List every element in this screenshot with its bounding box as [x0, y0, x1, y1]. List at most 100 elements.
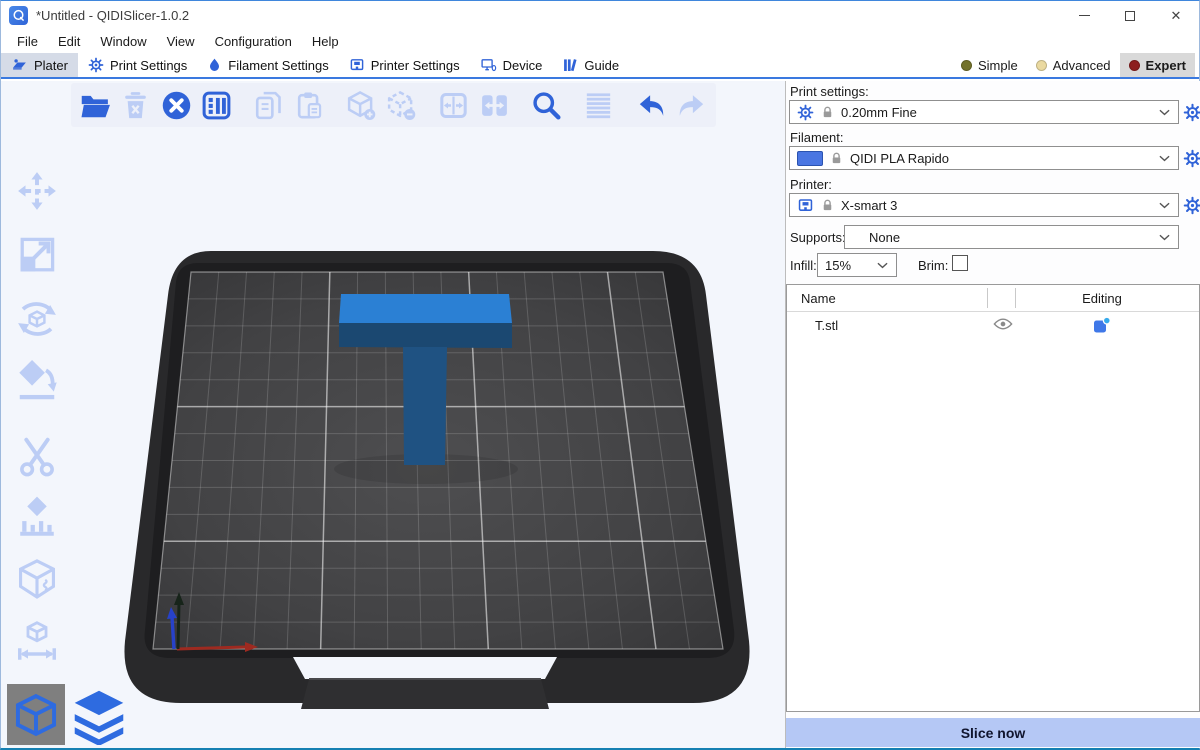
supports-combo[interactable]: None — [844, 225, 1179, 249]
slice-now-button[interactable]: Slice now — [786, 718, 1200, 747]
infill-label: Infill: — [790, 258, 817, 273]
place-on-face-icon[interactable] — [10, 354, 64, 408]
qidislicer-window: *Untitled - QIDISlicer-1.0.2 ✕ File Edit… — [0, 0, 1200, 750]
brim-checkbox[interactable] — [952, 255, 968, 271]
object-name: T.stl — [815, 318, 838, 333]
move-icon[interactable] — [10, 164, 64, 218]
plater-toolbar — [71, 83, 716, 127]
column-name: Name — [801, 291, 836, 306]
infill-combo[interactable]: 15% — [817, 253, 897, 277]
object-list-header: Name Editing — [787, 285, 1199, 312]
expert-dot-icon — [1129, 60, 1140, 71]
printer-combo[interactable]: X-smart 3 — [789, 193, 1179, 217]
maximize-icon[interactable] — [1107, 1, 1153, 30]
column-editing: Editing — [1070, 291, 1134, 306]
menu-configuration[interactable]: Configuration — [205, 34, 302, 49]
close-icon[interactable]: ✕ — [1153, 1, 1199, 30]
tab-label: Print Settings — [110, 58, 187, 73]
guide-icon — [562, 57, 578, 73]
printer-icon — [797, 197, 814, 214]
mode-expert[interactable]: Expert — [1120, 53, 1195, 77]
undo-icon[interactable] — [634, 87, 667, 123]
lock-icon — [821, 198, 834, 212]
filament-gear-icon[interactable] — [1182, 148, 1200, 168]
tab-plater[interactable]: Plater — [1, 53, 78, 77]
menu-window[interactable]: Window — [90, 34, 156, 49]
supports-value: None — [869, 230, 1152, 245]
open-folder-icon[interactable] — [79, 87, 112, 123]
arrange-icon[interactable] — [200, 87, 233, 123]
object-list: Name Editing T.stl — [786, 284, 1200, 712]
mode-switcher: Simple Advanced Expert — [952, 53, 1199, 77]
print-settings-gear-icon[interactable] — [1182, 102, 1200, 122]
menu-view[interactable]: View — [157, 34, 205, 49]
print-settings-label: Print settings: — [790, 84, 869, 99]
tab-label: Guide — [584, 58, 619, 73]
chevron-down-icon — [877, 262, 888, 269]
filament-label: Filament: — [790, 130, 843, 145]
paint-supports-icon[interactable] — [10, 490, 64, 544]
search-icon[interactable] — [530, 87, 563, 123]
edit-icon[interactable] — [1092, 315, 1112, 335]
filament-icon — [207, 57, 222, 73]
filament-combo[interactable]: QIDI PLA Rapido — [789, 146, 1179, 170]
printer-value: X-smart 3 — [841, 198, 1152, 213]
filament-color-swatch — [797, 151, 823, 166]
lock-icon — [821, 105, 834, 119]
mode-label: Expert — [1146, 58, 1186, 73]
add-instance-icon[interactable] — [345, 87, 378, 123]
tab-device[interactable]: Device — [470, 53, 553, 77]
printer-icon — [349, 57, 365, 73]
supports-label: Supports: — [790, 230, 846, 245]
menu-edit[interactable]: Edit — [48, 34, 90, 49]
delete-icon[interactable] — [119, 87, 152, 123]
minimize-icon[interactable] — [1061, 1, 1107, 30]
menu-help[interactable]: Help — [302, 34, 349, 49]
lock-icon — [830, 151, 843, 165]
3d-viewport[interactable] — [1, 81, 785, 748]
mode-simple[interactable]: Simple — [952, 53, 1027, 77]
paste-icon[interactable] — [292, 87, 325, 123]
editor-3d-view-icon[interactable] — [7, 684, 65, 745]
split-objects-icon[interactable] — [437, 87, 470, 123]
print-settings-combo[interactable]: 0.20mm Fine — [789, 100, 1179, 124]
menu-file[interactable]: File — [7, 34, 48, 49]
eye-icon[interactable] — [993, 317, 1013, 333]
chevron-down-icon — [1159, 109, 1170, 116]
measure-icon[interactable] — [10, 613, 64, 667]
model-t-stem-front — [403, 347, 447, 465]
table-row[interactable]: T.stl — [787, 312, 1199, 339]
remove-instance-icon[interactable] — [385, 87, 418, 123]
tab-print-settings[interactable]: Print Settings — [78, 53, 197, 77]
tab-printer-settings[interactable]: Printer Settings — [339, 53, 470, 77]
seam-icon[interactable] — [10, 552, 64, 606]
redo-icon[interactable] — [675, 87, 708, 123]
model-t-top-face — [339, 294, 512, 323]
bed-handle-tab — [301, 679, 549, 709]
tab-label: Filament Settings — [228, 58, 328, 73]
cut-icon[interactable] — [10, 430, 64, 484]
tab-guide[interactable]: Guide — [552, 53, 629, 77]
brim-label: Brim: — [918, 258, 948, 273]
copy-icon[interactable] — [252, 87, 285, 123]
mode-advanced[interactable]: Advanced — [1027, 53, 1120, 77]
variable-layer-height-icon[interactable] — [582, 87, 615, 123]
window-title: *Untitled - QIDISlicer-1.0.2 — [36, 8, 189, 23]
tab-filament-settings[interactable]: Filament Settings — [197, 53, 338, 77]
model-t-crossbar-front — [339, 323, 512, 348]
bed-handle-notch — [293, 657, 557, 679]
infill-value: 15% — [825, 258, 870, 273]
settings-panel: Print settings: 0.20mm Fine Filament: QI… — [785, 81, 1200, 748]
gear-icon — [88, 57, 104, 73]
preview-layers-icon[interactable] — [68, 684, 130, 748]
printer-gear-icon[interactable] — [1182, 195, 1200, 215]
rotate-icon[interactable] — [10, 292, 64, 346]
chevron-down-icon — [1159, 155, 1170, 162]
chevron-down-icon — [1159, 234, 1170, 241]
print-bed-canvas — [1, 81, 785, 748]
scale-icon[interactable] — [10, 228, 64, 282]
delete-all-icon[interactable] — [160, 87, 193, 123]
tab-label: Device — [503, 58, 543, 73]
printer-label: Printer: — [790, 177, 832, 192]
split-parts-icon[interactable] — [478, 87, 511, 123]
